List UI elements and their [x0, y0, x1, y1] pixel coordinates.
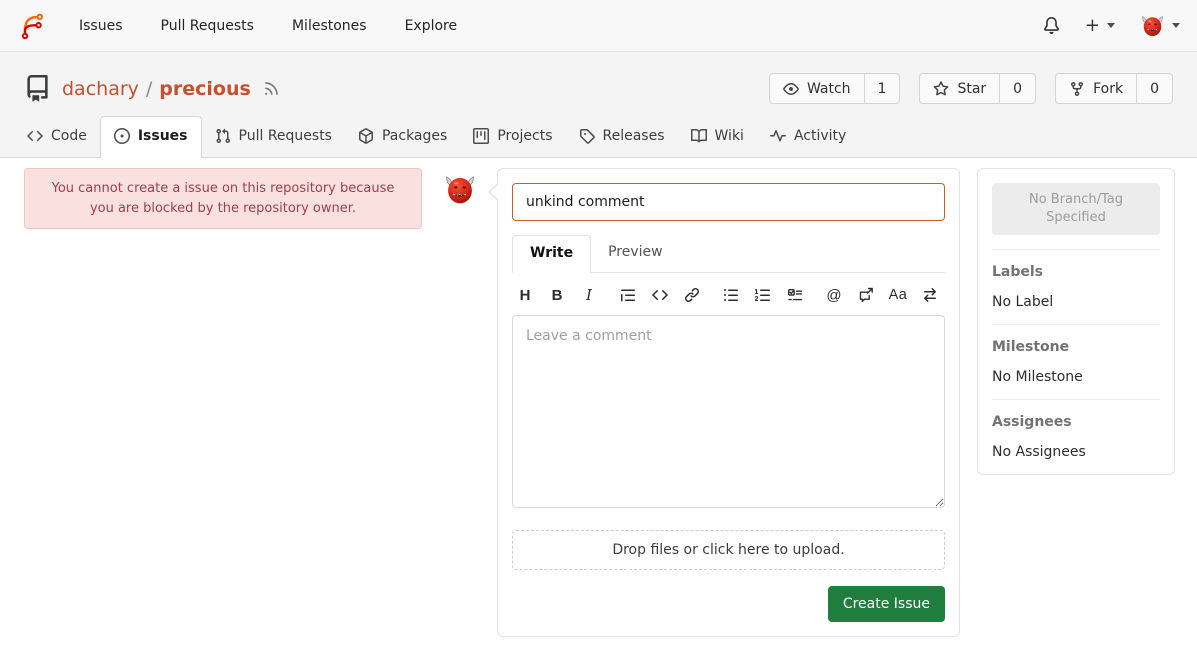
repo-owner-link[interactable]: dachary: [62, 78, 139, 100]
nav-item-issues[interactable]: Issues: [79, 18, 123, 34]
tab-preview[interactable]: Preview: [591, 235, 680, 272]
code-icon[interactable]: [650, 285, 670, 305]
tab-packages[interactable]: Packages: [345, 117, 460, 157]
issue-sidebar: No Branch/Tag Specified Labels No Label …: [977, 168, 1175, 475]
divider: [992, 399, 1160, 400]
tab-wiki[interactable]: Wiki: [678, 117, 757, 157]
tab-pull-requests[interactable]: Pull Requests: [202, 117, 345, 157]
repo-name-link[interactable]: precious: [159, 78, 251, 100]
create-issue-button[interactable]: Create Issue: [828, 586, 945, 622]
repo-breadcrumb: dachary / precious: [62, 78, 251, 100]
issue-author-avatar: [443, 168, 477, 206]
issue-icon: [114, 128, 130, 144]
switch-editor-icon[interactable]: [920, 285, 940, 305]
repo-tab-bar: Code Issues Pull Requests Packages Proje…: [0, 116, 1197, 157]
repo-book-icon: [24, 75, 51, 102]
fork-button[interactable]: Fork 0: [1055, 73, 1173, 104]
tab-issues[interactable]: Issues: [100, 116, 202, 158]
package-icon: [358, 128, 374, 144]
code-icon: [27, 128, 43, 144]
user-menu-dropdown[interactable]: [1140, 13, 1180, 38]
pull-request-icon: [215, 128, 231, 144]
user-avatar: [1140, 13, 1165, 38]
rss-feed-icon[interactable]: [263, 80, 280, 97]
cross-reference-icon[interactable]: [856, 285, 876, 305]
fork-count[interactable]: 0: [1136, 74, 1172, 103]
issue-title-input[interactable]: [512, 183, 945, 221]
labels-section-title: Labels: [992, 264, 1160, 280]
chevron-down-icon: [1107, 23, 1115, 28]
new-issue-page: You cannot create a issue on this reposi…: [0, 158, 1197, 637]
book-icon: [691, 128, 707, 144]
assignees-value: No Assignees: [992, 444, 1160, 460]
mention-icon[interactable]: @: [824, 285, 844, 305]
watch-count[interactable]: 1: [864, 74, 900, 103]
chevron-down-icon: [1172, 23, 1180, 28]
italic-icon[interactable]: I: [579, 285, 599, 305]
eye-icon: [783, 81, 799, 97]
create-new-dropdown[interactable]: +: [1085, 17, 1115, 35]
link-icon[interactable]: [682, 285, 702, 305]
editor-tab-bar: Write Preview: [512, 235, 945, 273]
tag-icon: [579, 128, 595, 144]
milestone-value: No Milestone: [992, 369, 1160, 385]
tasklist-icon[interactable]: [785, 285, 805, 305]
branch-tag-button[interactable]: No Branch/Tag Specified: [992, 183, 1160, 235]
blocked-error-message: You cannot create a issue on this reposi…: [24, 168, 422, 229]
file-dropzone[interactable]: Drop files or click here to upload.: [512, 530, 945, 570]
labels-value: No Label: [992, 294, 1160, 310]
tab-write[interactable]: Write: [512, 235, 591, 273]
star-count[interactable]: 0: [999, 74, 1035, 103]
nav-item-explore[interactable]: Explore: [405, 18, 458, 34]
divider: [992, 324, 1160, 325]
nav-item-pull-requests[interactable]: Pull Requests: [161, 18, 254, 34]
quote-icon[interactable]: [618, 285, 638, 305]
tab-projects[interactable]: Projects: [460, 117, 565, 157]
comment-textarea[interactable]: [512, 315, 945, 508]
typography-icon[interactable]: Aa: [888, 285, 908, 305]
tab-code[interactable]: Code: [14, 117, 100, 157]
divider: [992, 249, 1160, 250]
top-navbar: Issues Pull Requests Milestones Explore …: [0, 0, 1197, 52]
repo-header: dachary / precious Watch 1: [0, 52, 1197, 158]
nav-item-milestones[interactable]: Milestones: [292, 18, 367, 34]
plus-icon: +: [1085, 17, 1100, 35]
star-button[interactable]: Star 0: [919, 73, 1036, 104]
fork-label: Fork: [1093, 81, 1123, 97]
pulse-icon: [770, 128, 786, 144]
markdown-toolbar: H B I: [512, 273, 945, 315]
list-unordered-icon[interactable]: [721, 285, 741, 305]
milestone-section-title: Milestone: [992, 339, 1160, 355]
star-label: Star: [957, 81, 986, 97]
repo-action-buttons: Watch 1 Star 0 Fork: [769, 73, 1173, 104]
assignees-section-title: Assignees: [992, 414, 1160, 430]
watch-label: Watch: [807, 81, 851, 97]
star-icon: [933, 81, 949, 97]
tab-releases[interactable]: Releases: [566, 117, 678, 157]
new-issue-form: Write Preview H B I: [497, 168, 960, 637]
forgejo-logo-icon[interactable]: [17, 11, 46, 41]
bold-icon[interactable]: B: [547, 285, 567, 305]
list-ordered-icon[interactable]: [753, 285, 773, 305]
repo-separator: /: [146, 78, 152, 100]
notifications-bell-icon[interactable]: [1043, 17, 1060, 34]
heading-icon[interactable]: H: [515, 285, 535, 305]
fork-icon: [1069, 81, 1085, 97]
tab-activity[interactable]: Activity: [757, 117, 859, 157]
project-icon: [473, 128, 489, 144]
watch-button[interactable]: Watch 1: [769, 73, 901, 104]
